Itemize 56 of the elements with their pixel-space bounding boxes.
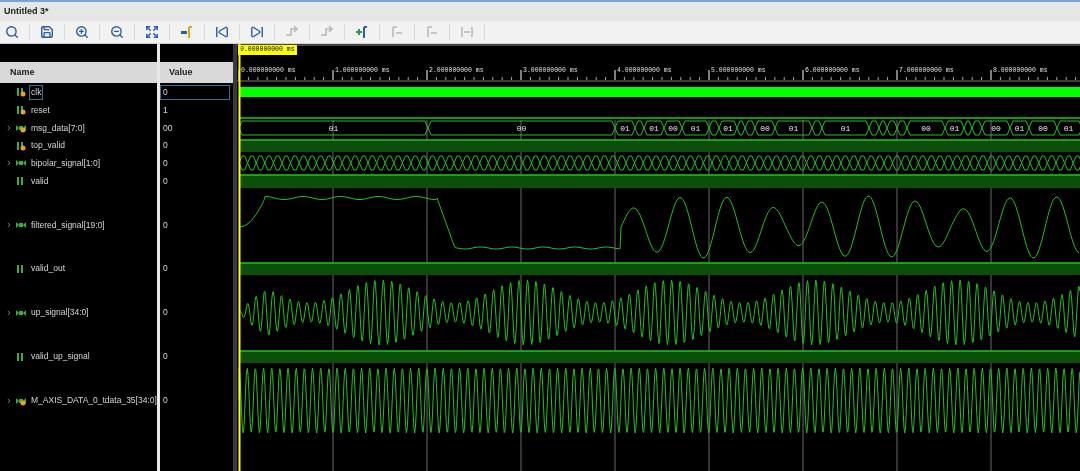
bus-value: 01 (1063, 124, 1074, 133)
signal-name[interactable]: msg_data[7:0] (29, 120, 87, 136)
bus-value: 00 (921, 124, 931, 133)
bus-value: 01 (620, 124, 630, 133)
signal-value: 0 (162, 174, 169, 188)
bus-value: 01 (328, 124, 339, 133)
skip-back-icon[interactable] (215, 25, 229, 39)
zoom-out-icon[interactable] (110, 25, 124, 39)
bus-value: 00 (760, 124, 770, 133)
skip-forward-icon[interactable] (250, 25, 264, 39)
add-marker-icon[interactable] (355, 25, 369, 39)
expand-chevron-icon[interactable] (5, 124, 13, 132)
signal-value: 1 (162, 103, 169, 117)
signal-value: 00 (162, 121, 174, 135)
to-cursor-icon[interactable] (180, 25, 194, 39)
bus-value: 00 (516, 124, 527, 133)
signal-name[interactable]: M_AXIS_DATA_0_tdata_35[34:0] (29, 393, 159, 408)
bus-value: 01 (723, 124, 733, 133)
bus-value: 01 (1014, 124, 1025, 133)
bus-value: 00 (668, 124, 678, 133)
bus-value: 01 (840, 124, 851, 133)
bus-value: 01 (649, 124, 659, 133)
save-icon[interactable] (40, 25, 54, 39)
bus-value: 01 (690, 124, 701, 133)
expand-chevron-icon[interactable] (5, 396, 13, 405)
search-icon[interactable] (5, 25, 19, 39)
signal-name[interactable]: up_signal[34:0] (29, 305, 91, 320)
bus-value: 00 (991, 124, 1001, 133)
signal-value: 0 (162, 350, 169, 363)
signal-name[interactable]: bipolar_signal[1:0] (29, 155, 102, 171)
window-title: Untitled 3* (4, 4, 49, 18)
signal-name[interactable]: valid_up_signal (29, 349, 92, 364)
signal-name[interactable]: reset (29, 102, 52, 118)
signal-value: 0 (162, 218, 169, 232)
signal-name[interactable]: top_valid (29, 138, 68, 153)
signal-name[interactable]: valid_out (29, 261, 68, 276)
signal-name[interactable]: valid (29, 173, 51, 189)
expand-chevron-icon[interactable] (5, 221, 13, 229)
signal-value: 0 (160, 84, 230, 100)
signal-value: 0 (162, 156, 169, 170)
signal-name[interactable]: filtered_signal[19:0] (29, 217, 107, 233)
zoom-in-icon[interactable] (75, 25, 89, 39)
column-header[interactable]: Name (0, 62, 157, 83)
signal-name[interactable]: clk (29, 84, 44, 100)
expand-chevron-icon[interactable] (5, 159, 13, 167)
bus-value: 00 (1038, 124, 1048, 133)
expand-chevron-icon[interactable] (5, 308, 13, 317)
signal-value: 0 (162, 139, 169, 152)
bus-value: 01 (949, 124, 960, 133)
signal-value: 0 (162, 262, 169, 275)
signal-value: 0 (162, 394, 169, 407)
expand-icon[interactable] (145, 25, 159, 39)
column-header[interactable]: Value (160, 62, 233, 83)
cursor-line[interactable] (238, 44, 241, 471)
bus-value: 01 (788, 124, 799, 133)
signal-value: 0 (162, 306, 169, 319)
